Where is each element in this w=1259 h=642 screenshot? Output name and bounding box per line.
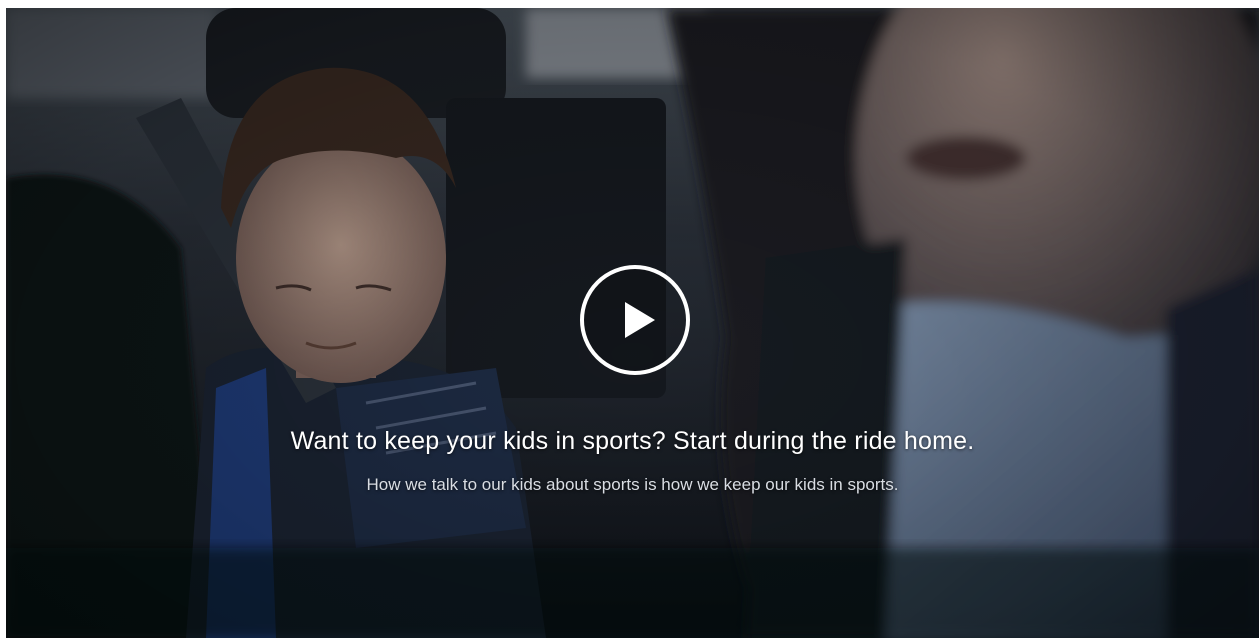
video-player[interactable]: Want to keep your kids in sports? Start … xyxy=(6,8,1259,638)
video-headline: Want to keep your kids in sports? Start … xyxy=(290,427,975,455)
play-button[interactable] xyxy=(580,265,690,375)
video-subheadline: How we talk to our kids about sports is … xyxy=(366,475,899,494)
play-icon xyxy=(625,302,655,338)
